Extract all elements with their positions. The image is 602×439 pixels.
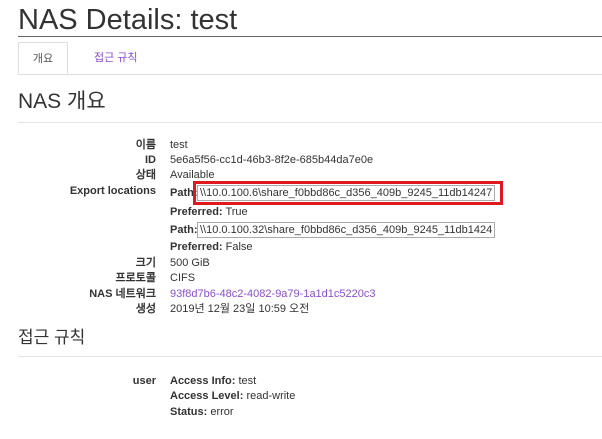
- name-label: 이름: [135, 139, 156, 151]
- tab-access-rules[interactable]: 접근 규칙: [80, 42, 152, 74]
- access-info-value: test: [238, 375, 257, 387]
- status-value: Available: [170, 169, 215, 181]
- access-info-label: Access Info:: [170, 375, 236, 387]
- page-title: NAS Details: test: [18, 4, 238, 36]
- section-divider: [18, 122, 602, 123]
- export-path-label-2: Path:: [170, 224, 198, 236]
- section-divider-2: [18, 356, 602, 357]
- created-label: 생성: [135, 303, 156, 315]
- access-user-label: user: [132, 375, 156, 387]
- access-status-value: error: [210, 406, 234, 418]
- id-value: 5e6a5f56-cc1d-46b3-8f2e-685b44da7e0e: [170, 154, 374, 166]
- preferred-value-2: False: [225, 241, 253, 253]
- export-preferred-2: Preferred: False: [170, 240, 253, 254]
- preferred-value-1: True: [225, 206, 248, 218]
- network-label: NAS 네트워크: [89, 288, 156, 300]
- access-level-label: Access Level:: [170, 390, 244, 402]
- export-locations-label: Export locations: [69, 185, 156, 197]
- id-label: ID: [145, 154, 156, 166]
- access-status-label: Status:: [170, 406, 208, 418]
- title-divider: [18, 36, 602, 37]
- size-value: 500 GiB: [170, 257, 210, 269]
- tab-bar: 개요 접근 규칙: [18, 42, 602, 75]
- status-label: 상태: [135, 169, 156, 181]
- export-preferred-1: Preferred: True: [170, 205, 248, 219]
- preferred-label-2: Preferred:: [170, 241, 223, 253]
- access-info: Access Info: test: [170, 374, 256, 388]
- export-path-field-2[interactable]: \\10.0.100.32\share_f0bbd86c_d356_409b_9…: [197, 222, 495, 238]
- overview-section-title: NAS 개요: [18, 90, 106, 113]
- protocol-label: 프로토콜: [115, 272, 156, 284]
- highlight-box: [193, 181, 503, 205]
- tab-overview[interactable]: 개요: [18, 42, 68, 74]
- access-status: Status: error: [170, 405, 234, 419]
- size-label: 크기: [135, 257, 156, 269]
- access-level: Access Level: read-write: [170, 389, 295, 403]
- network-link[interactable]: 93f8d7b6-48c2-4082-9a79-1a1d1c5220c3: [170, 287, 376, 301]
- name-value: test: [170, 139, 188, 151]
- access-level-value: read-write: [246, 390, 296, 402]
- created-value: 2019년 12월 23일 10:59 오전: [170, 303, 310, 315]
- preferred-label-1: Preferred:: [170, 206, 223, 218]
- protocol-value: CIFS: [170, 272, 196, 284]
- access-rules-section-title: 접근 규칙: [18, 328, 86, 347]
